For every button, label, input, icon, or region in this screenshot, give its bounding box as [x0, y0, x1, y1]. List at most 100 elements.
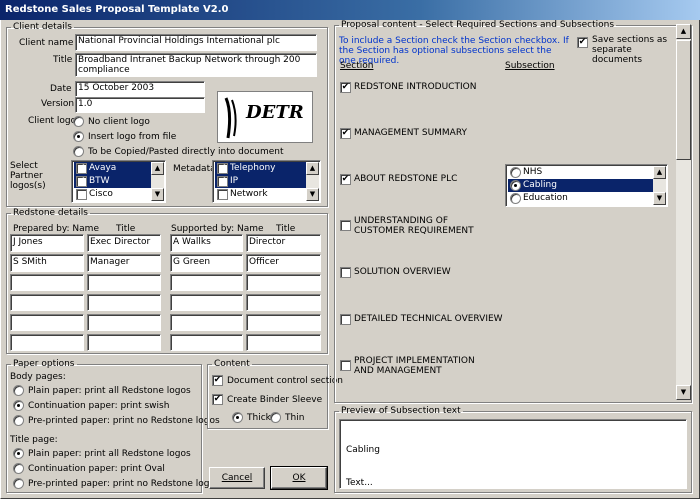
- partner-scrollbar[interactable]: ▲ ▼: [151, 162, 164, 201]
- metadata-checkbox[interactable]: ✔: [217, 163, 228, 174]
- section-label: MANAGEMENT SUMMARY: [354, 128, 468, 138]
- supported-title-input[interactable]: [246, 274, 321, 291]
- scroll-down-icon[interactable]: ▼: [676, 385, 691, 400]
- cancel-button[interactable]: Cancel: [209, 467, 265, 489]
- metadata-scrollbar[interactable]: ▲ ▼: [306, 162, 319, 201]
- partner-checkbox[interactable]: [76, 189, 87, 200]
- prepared-title-input[interactable]: [87, 294, 161, 311]
- prepared-title-input[interactable]: [87, 334, 161, 351]
- metadata-checkbox[interactable]: [217, 189, 228, 200]
- partner-logos-list[interactable]: ✔ Avaya ✔ BTW Cisco ▲ ▼: [71, 160, 166, 203]
- metadata-list[interactable]: ✔ Telephony ✔ IP Network ▲ ▼: [212, 160, 321, 203]
- title-continuation-radio[interactable]: [13, 463, 24, 474]
- supported-title-input[interactable]: Officer: [246, 254, 321, 272]
- section-checkbox[interactable]: [340, 220, 351, 231]
- subsection-radio[interactable]: [510, 180, 521, 191]
- subsection-item[interactable]: Cabling: [508, 179, 653, 192]
- thick-radio[interactable]: [232, 412, 243, 423]
- partner-item[interactable]: Cisco: [74, 188, 151, 201]
- supported-name-input[interactable]: [170, 274, 243, 291]
- prepared-name-input[interactable]: [10, 274, 84, 291]
- section-checkbox[interactable]: ✔: [340, 174, 351, 185]
- subsection-scrollbar[interactable]: ▲ ▼: [653, 166, 666, 205]
- prepared-name-input[interactable]: [10, 334, 84, 351]
- window-title-bar: Redstone Sales Proposal Template V2.0: [0, 0, 700, 20]
- supported-name-input[interactable]: [170, 314, 243, 331]
- body-option-label: Pre-printed paper: print no Redstone log…: [28, 416, 220, 426]
- body-preprinted-radio[interactable]: [13, 415, 24, 426]
- ok-button[interactable]: OK: [270, 466, 328, 490]
- title-preprinted-radio[interactable]: [13, 478, 24, 489]
- prepared-title-input[interactable]: [87, 314, 161, 331]
- title-input[interactable]: Broadband Intranet Backup Network throug…: [75, 53, 317, 77]
- scroll-up-icon[interactable]: ▲: [653, 166, 666, 179]
- metadata-item[interactable]: Network: [215, 188, 306, 201]
- body-continuation-radio[interactable]: [13, 400, 24, 411]
- save-separate-checkbox[interactable]: ✔: [577, 37, 588, 48]
- prepared-name-input[interactable]: [10, 314, 84, 331]
- date-input[interactable]: 15 October 2003: [75, 81, 205, 97]
- supported-name-input[interactable]: G Green: [170, 254, 243, 272]
- supported-name-input[interactable]: A Wallks: [170, 234, 243, 252]
- scroll-up-icon[interactable]: ▲: [676, 24, 691, 39]
- prepared-title-input[interactable]: Manager: [87, 254, 161, 272]
- scroll-up-icon[interactable]: ▲: [306, 162, 319, 175]
- logo-file-radio[interactable]: [73, 131, 84, 142]
- thin-label: Thin: [285, 413, 305, 423]
- section-checkbox[interactable]: ✔: [340, 128, 351, 139]
- logo-none-radio[interactable]: [73, 116, 84, 127]
- supported-title-input[interactable]: [246, 314, 321, 331]
- document-control-checkbox[interactable]: ✔: [212, 375, 223, 386]
- scroll-down-icon[interactable]: ▼: [653, 192, 666, 205]
- scroll-down-icon[interactable]: ▼: [306, 188, 319, 201]
- supported-name-input[interactable]: [170, 294, 243, 311]
- partner-checkbox[interactable]: ✔: [76, 176, 87, 187]
- version-input[interactable]: 1.0: [75, 97, 205, 113]
- scroll-up-icon[interactable]: ▲: [151, 162, 164, 175]
- content-legend: Content: [214, 359, 250, 369]
- logo-paste-radio[interactable]: [73, 146, 84, 157]
- section-label: DETAILED TECHNICAL OVERVIEW: [354, 314, 503, 324]
- metadata-name: Telephony: [230, 163, 276, 173]
- partner-checkbox[interactable]: ✔: [76, 163, 87, 174]
- client-name-input[interactable]: National Provincial Holdings Internation…: [75, 34, 317, 51]
- section-header: Section: [340, 61, 374, 71]
- subsection-radio[interactable]: [510, 193, 521, 204]
- partner-item[interactable]: ✔ BTW: [74, 175, 151, 188]
- binder-sleeve-checkbox[interactable]: ✔: [212, 394, 223, 405]
- title-plain-radio[interactable]: [13, 448, 24, 459]
- supported-title-header: Title: [276, 224, 296, 234]
- prepared-title-input[interactable]: Exec Director: [87, 234, 161, 252]
- subsection-header: Subsection: [505, 61, 555, 71]
- supported-name-input[interactable]: [170, 334, 243, 351]
- section-checkbox[interactable]: [340, 267, 351, 278]
- metadata-item[interactable]: ✔ Telephony: [215, 162, 306, 175]
- metadata-checkbox[interactable]: ✔: [217, 176, 228, 187]
- supported-title-input[interactable]: [246, 294, 321, 311]
- partner-item[interactable]: ✔ Avaya: [74, 162, 151, 175]
- prepared-name-input[interactable]: J Jones: [10, 234, 84, 252]
- thin-radio[interactable]: [270, 412, 281, 423]
- section-checkbox[interactable]: [340, 360, 351, 371]
- supported-title-input[interactable]: [246, 334, 321, 351]
- prepared-title-input[interactable]: [87, 274, 161, 291]
- preview-text-area[interactable]: Cabling Text...: [339, 419, 687, 489]
- supported-title-input[interactable]: Director: [246, 234, 321, 252]
- proposal-scrollbar[interactable]: ▲ ▼: [676, 24, 691, 400]
- scroll-thumb[interactable]: [676, 40, 691, 160]
- scroll-down-icon[interactable]: ▼: [151, 188, 164, 201]
- preview-legend: Preview of Subsection text: [341, 406, 461, 416]
- subsection-item[interactable]: Education: [508, 192, 653, 205]
- section-checkbox[interactable]: ✔: [340, 82, 351, 93]
- body-plain-radio[interactable]: [13, 385, 24, 396]
- section-label: UNDERSTANDING OF CUSTOMER REQUIREMENT: [354, 216, 474, 236]
- metadata-item[interactable]: ✔ IP: [215, 175, 306, 188]
- partner-name: Cisco: [89, 189, 113, 199]
- document-control-label: Document control section: [227, 376, 343, 386]
- prepared-name-input[interactable]: [10, 294, 84, 311]
- subsection-item[interactable]: NHS: [508, 166, 653, 179]
- section-checkbox[interactable]: [340, 314, 351, 325]
- subsection-list[interactable]: NHS Cabling Education ▲ ▼: [505, 164, 668, 207]
- subsection-radio[interactable]: [510, 167, 521, 178]
- prepared-name-input[interactable]: S SMith: [10, 254, 84, 272]
